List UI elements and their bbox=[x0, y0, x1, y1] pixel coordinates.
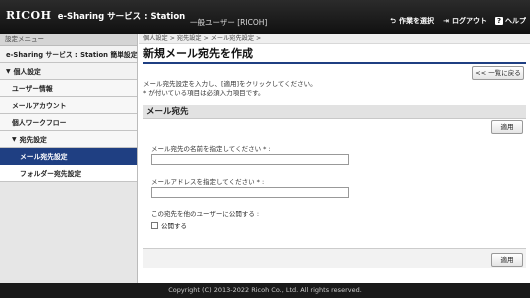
sidebar-item-mail-destination[interactable]: メール宛先設定 bbox=[0, 148, 137, 165]
form-footer-bar bbox=[143, 248, 526, 268]
sidebar-item-mail-account[interactable]: メールアカウント bbox=[0, 97, 137, 114]
back-to-list-button[interactable]: << 一覧に戻る bbox=[472, 66, 524, 80]
share-with-users-label: この宛先を他のユーザーに公開する : bbox=[151, 210, 260, 218]
sidebar-item-label: メールアカウント bbox=[12, 102, 67, 110]
sidebar-item-label: メール宛先設定 bbox=[20, 153, 68, 161]
sidebar-item-user-info[interactable]: ユーザー情報 bbox=[0, 80, 137, 97]
sidebar-title: 設定メニュー bbox=[0, 34, 137, 46]
section-header: メール宛先 bbox=[143, 105, 526, 119]
logout-button[interactable]: ⇥ ログアウト bbox=[442, 16, 487, 26]
apply-button-top[interactable]: 適用 bbox=[491, 120, 523, 134]
page-title: 新規メール宛先を作成 bbox=[143, 47, 253, 60]
logout-icon: ⇥ bbox=[443, 17, 449, 25]
destination-name-label: メール宛先の名前を指定してください * : bbox=[151, 145, 271, 153]
sidebar-item-quick-setup[interactable]: e-Sharing サービス : Station 簡単設定 bbox=[0, 46, 138, 63]
instructions: メール宛先設定を入力し、[適用]をクリックしてください。 * が付いている項目は… bbox=[143, 80, 317, 98]
main-content: 個人設定 > 宛先設定 > メール宛先設定 > 新規メール宛先を作成 << 一覧… bbox=[139, 34, 530, 283]
instruction-line: メール宛先設定を入力し、[適用]をクリックしてください。 bbox=[143, 80, 317, 88]
sidebar-item-label: フォルダー宛先設定 bbox=[20, 170, 82, 178]
breadcrumb: 個人設定 > 宛先設定 > メール宛先設定 > bbox=[139, 34, 530, 44]
help-icon: ? bbox=[495, 17, 503, 25]
logout-label: ログアウト bbox=[452, 17, 487, 25]
current-user: 一般ユーザー [RICOH] bbox=[190, 18, 268, 27]
sidebar-item-label: e-Sharing サービス : Station 簡単設定 bbox=[6, 51, 138, 59]
public-checkbox-label: 公開する bbox=[161, 222, 187, 230]
sidebar-item-destination-settings[interactable]: ▼ 宛先設定 bbox=[0, 131, 137, 148]
public-option: 公開する bbox=[151, 220, 187, 230]
apply-button-bottom[interactable]: 適用 bbox=[491, 253, 523, 267]
triangle-down-icon: ▼ bbox=[12, 135, 17, 143]
sidebar-item-label: 個人設定 bbox=[13, 68, 41, 76]
task-switch-button[interactable]: ⮌ 作業を選択 bbox=[389, 16, 434, 26]
help-label: ヘルプ bbox=[505, 17, 526, 25]
settings-sidebar: 設定メニュー e-Sharing サービス : Station 簡単設定 ▼ 個… bbox=[0, 34, 138, 283]
sidebar-item-personal-settings[interactable]: ▼ 個人設定 bbox=[0, 63, 137, 80]
email-address-label: メールアドレスを指定してください * : bbox=[151, 178, 265, 186]
sidebar-item-label: 個人ワークフロー bbox=[12, 119, 67, 127]
triangle-down-icon: ▼ bbox=[6, 67, 11, 75]
task-switch-label: 作業を選択 bbox=[399, 17, 434, 25]
sidebar-item-label: ユーザー情報 bbox=[12, 85, 53, 93]
required-note: * が付いている項目は必須入力項目です。 bbox=[143, 89, 265, 97]
title-divider bbox=[143, 62, 526, 64]
ricoh-logo: RICOH bbox=[6, 9, 52, 22]
help-button[interactable]: ? ヘルプ bbox=[495, 16, 526, 26]
app-header: RICOH e-Sharing サービス : Station 一般ユーザー [R… bbox=[0, 0, 530, 34]
destination-name-input[interactable] bbox=[151, 154, 349, 165]
brand: RICOH e-Sharing サービス : Station bbox=[6, 9, 185, 22]
product-name: e-Sharing サービス : Station bbox=[57, 12, 186, 22]
public-checkbox[interactable] bbox=[151, 221, 158, 229]
header-nav: ⮌ 作業を選択 ⇥ ログアウト ? ヘルプ bbox=[389, 16, 526, 26]
sidebar-item-personal-workflow[interactable]: 個人ワークフロー bbox=[0, 114, 137, 131]
sidebar-item-folder-destination[interactable]: フォルダー宛先設定 bbox=[0, 165, 137, 182]
task-switch-icon: ⮌ bbox=[390, 17, 396, 25]
copyright-footer: Copyright (C) 2013-2022 Ricoh Co., Ltd. … bbox=[0, 283, 530, 298]
sidebar-item-label: 宛先設定 bbox=[19, 136, 47, 144]
email-address-input[interactable] bbox=[151, 187, 349, 198]
